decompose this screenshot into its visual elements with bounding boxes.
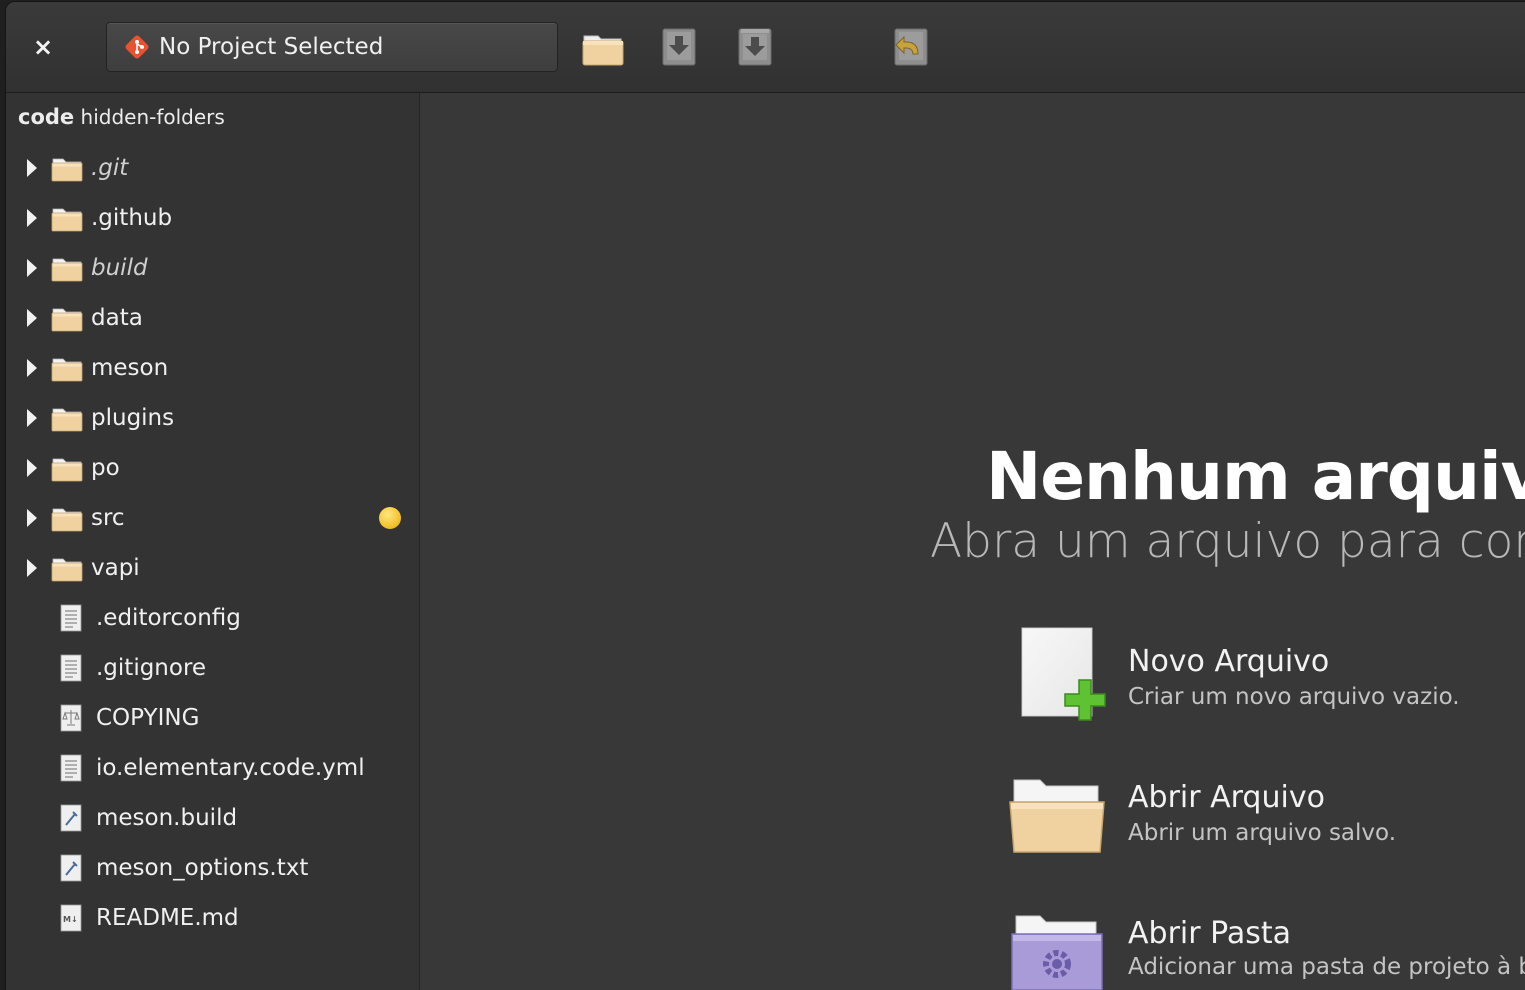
- folder-icon: [51, 158, 83, 182]
- new-file-action[interactable]: Novo Arquivo Criar um novo arquivo vazio…: [1006, 622, 1525, 732]
- folder-icon: [51, 208, 83, 232]
- tree-item-label: io.elementary.code.yml: [96, 755, 365, 781]
- tree-item-label: .git: [91, 155, 129, 181]
- tree-item-label: .gitignore: [96, 655, 207, 681]
- folder-icon: [51, 258, 83, 282]
- tree-item[interactable]: po: [6, 443, 419, 493]
- expand-arrow-icon[interactable]: [27, 459, 37, 477]
- header-bar: × No Project Selected: [6, 2, 1525, 93]
- tree-item[interactable]: M↓ README.md: [6, 893, 419, 943]
- tree-item[interactable]: meson_options.txt: [6, 843, 419, 893]
- project-chooser-button[interactable]: No Project Selected: [106, 22, 558, 72]
- welcome-title: Nenhum arquivo a: [986, 438, 1525, 515]
- close-button[interactable]: ×: [28, 32, 58, 62]
- tree-item[interactable]: .gitignore: [6, 643, 419, 693]
- tree-item-label: meson.build: [96, 805, 238, 831]
- tree-item[interactable]: io.elementary.code.yml: [6, 743, 419, 793]
- tree-item-label: build: [91, 255, 148, 281]
- tree-item[interactable]: COPYING: [6, 693, 419, 743]
- expand-arrow-icon[interactable]: [27, 509, 37, 527]
- tree-item-label: COPYING: [96, 705, 200, 731]
- tree-item-label: .editorconfig: [96, 605, 241, 631]
- tree-item[interactable]: plugins: [6, 393, 419, 443]
- tree-item-label: plugins: [91, 405, 175, 431]
- tree-item-label: data: [91, 305, 143, 331]
- sidebar-file-tree: code hidden-folders .git .github build data…: [6, 93, 420, 990]
- new-file-icon: [1021, 627, 1106, 721]
- text-file-icon: [60, 754, 82, 782]
- tree-item-label: po: [91, 455, 120, 481]
- new-file-title: Novo Arquivo: [1128, 644, 1330, 679]
- project-label: No Project Selected: [159, 34, 384, 60]
- save-icon[interactable]: [656, 24, 702, 70]
- tree-item-label: .github: [91, 205, 173, 231]
- open-folder-title: Abrir Pasta: [1128, 916, 1292, 951]
- tree-item[interactable]: .github: [6, 193, 419, 243]
- expand-arrow-icon[interactable]: [27, 209, 37, 227]
- license-file-icon: [60, 704, 82, 732]
- tree-item-label: vapi: [91, 555, 140, 581]
- tree-item[interactable]: meson.build: [6, 793, 419, 843]
- save-as-icon[interactable]: [732, 24, 778, 70]
- markdown-file-icon: M↓: [60, 904, 82, 932]
- git-icon: [125, 35, 149, 59]
- open-folder-action[interactable]: Abrir Pasta Adicionar uma pasta de proje…: [1006, 894, 1525, 990]
- tree-item[interactable]: meson: [6, 343, 419, 393]
- folder-icon: [51, 358, 83, 382]
- expand-arrow-icon[interactable]: [27, 409, 37, 427]
- undo-icon[interactable]: [888, 24, 934, 70]
- new-file-description: Criar um novo arquivo vazio.: [1128, 684, 1460, 710]
- expand-arrow-icon[interactable]: [27, 359, 37, 377]
- folder-icon: [51, 308, 83, 332]
- tree-item[interactable]: .editorconfig: [6, 593, 419, 643]
- tree-item[interactable]: data: [6, 293, 419, 343]
- open-file-description: Abrir um arquivo salvo.: [1128, 820, 1397, 846]
- tree-item-label: src: [91, 505, 125, 531]
- project-root-name: hidden-folders: [80, 105, 225, 129]
- open-folder-description: Adicionar uma pasta de projeto à b: [1128, 954, 1525, 980]
- open-file-action[interactable]: Abrir Arquivo Abrir um arquivo salvo.: [1006, 758, 1525, 868]
- tree-item[interactable]: vapi: [6, 543, 419, 593]
- tree-item[interactable]: .git: [6, 143, 419, 193]
- expand-arrow-icon[interactable]: [27, 259, 37, 277]
- tree-item-label: README.md: [96, 905, 239, 931]
- tree-item-label: meson_options.txt: [96, 855, 309, 881]
- expand-arrow-icon[interactable]: [27, 559, 37, 577]
- tree-item[interactable]: src: [6, 493, 419, 543]
- welcome-subtitle: Abra um arquivo para começ: [930, 514, 1525, 569]
- expand-arrow-icon[interactable]: [27, 159, 37, 177]
- project-root-bold: code: [18, 105, 75, 129]
- app-window: × No Project Selected code hidden-folder…: [6, 2, 1525, 990]
- folder-icon: [51, 408, 83, 432]
- open-file-title: Abrir Arquivo: [1128, 780, 1325, 815]
- open-file-icon: [1009, 779, 1105, 853]
- expand-arrow-icon[interactable]: [27, 309, 37, 327]
- open-project-folder-icon: [1011, 915, 1103, 990]
- tree-item[interactable]: build: [6, 243, 419, 293]
- folder-icon: [51, 508, 83, 532]
- text-file-icon: [60, 604, 82, 632]
- folder-icon: [51, 458, 83, 482]
- folder-icon: [51, 558, 83, 582]
- build-file-icon: [60, 854, 82, 882]
- modified-status-badge: [379, 507, 401, 529]
- svg-text:M↓: M↓: [63, 915, 78, 924]
- open-folder-icon[interactable]: [580, 24, 626, 70]
- build-file-icon: [60, 804, 82, 832]
- text-file-icon: [60, 654, 82, 682]
- tree-item-label: meson: [91, 355, 169, 381]
- project-root-label: code hidden-folders: [18, 105, 225, 129]
